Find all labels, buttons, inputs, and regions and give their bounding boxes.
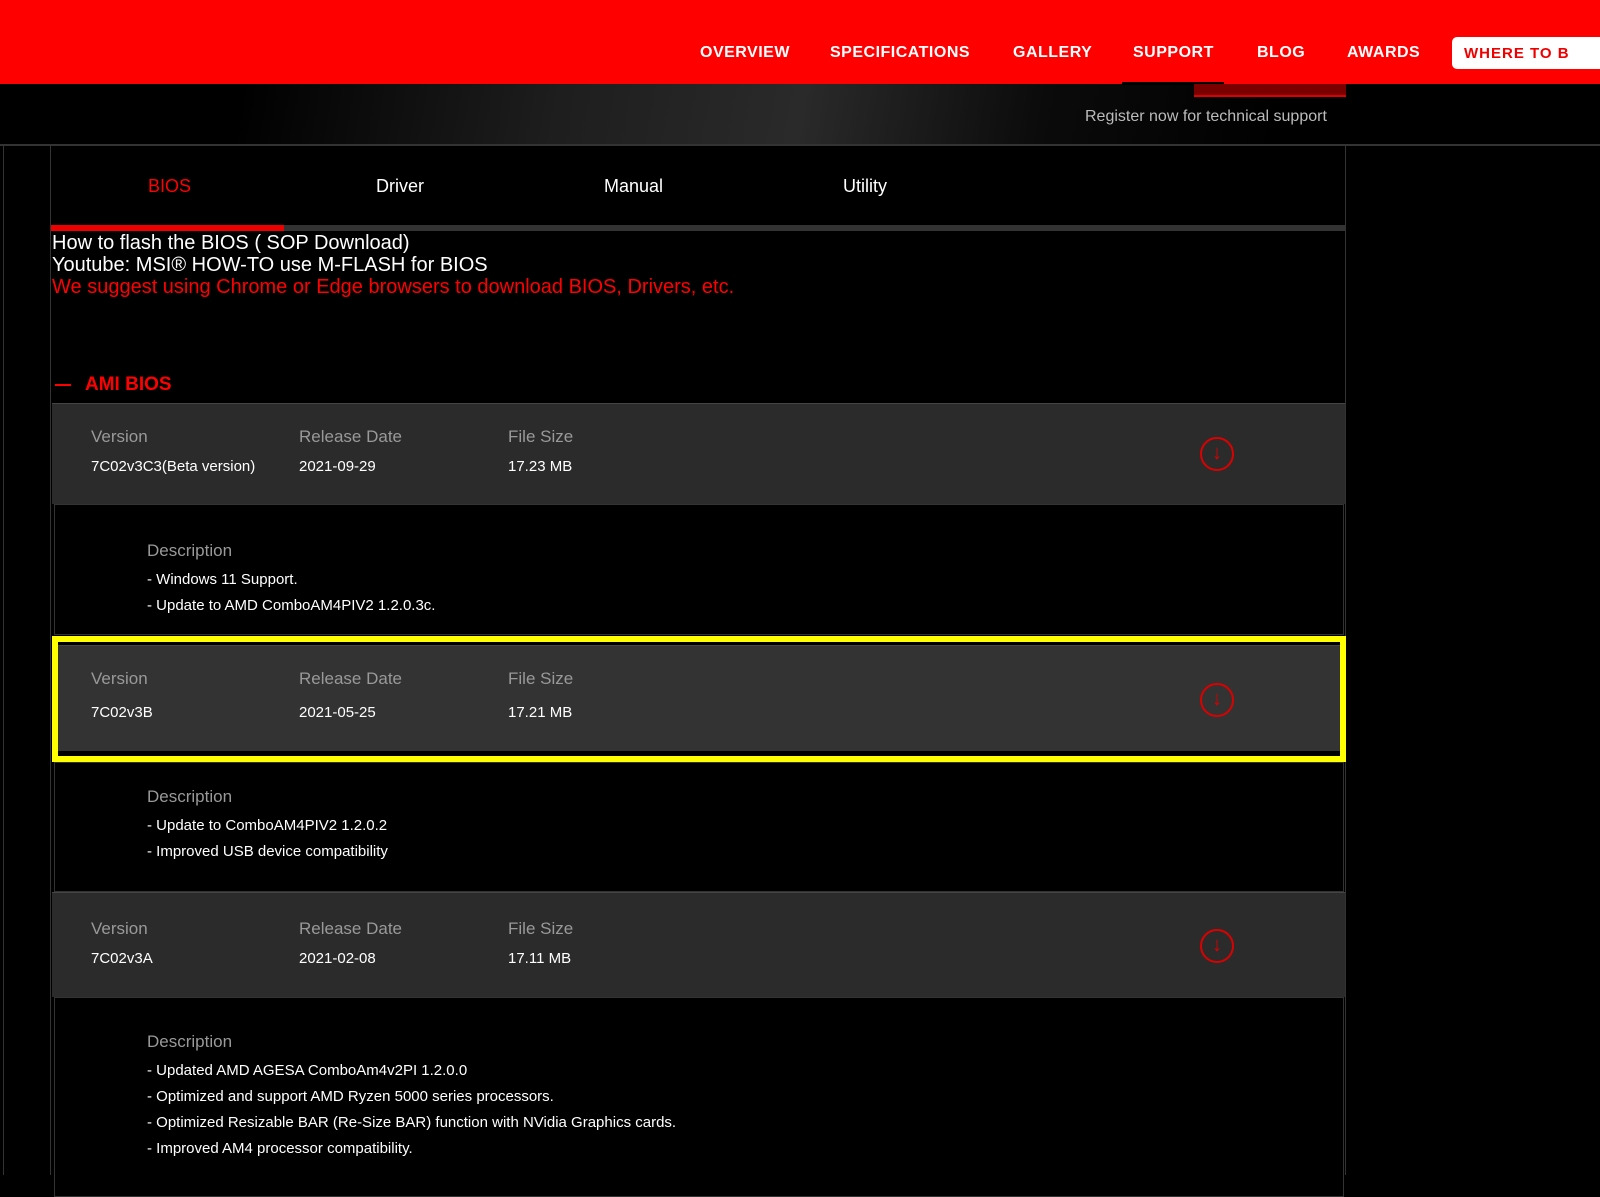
tab-bios[interactable]: BIOS [148,176,191,197]
section-title: AMI BIOS [85,374,172,395]
bios-description: Description - Windows 11 Support. - Upda… [54,504,1344,635]
version-label: Version [91,919,148,938]
nav-overview[interactable]: OVERVIEW [700,44,790,62]
description-label: Description [147,1032,233,1051]
bios-row: Version Release Date File Size 7C02v3A 2… [52,892,1345,997]
version-value: 7C02v3A [91,950,153,967]
tab-indicator-bar [51,225,1345,231]
where-to-buy-button[interactable]: WHERE TO B [1452,37,1600,69]
version-value: 7C02v3C3(Beta version) [91,458,256,475]
nav-specifications[interactable]: SPECIFICATIONS [830,44,970,62]
description-line: - Update to ComboAM4PIV2 1.2.0.2 [147,817,388,834]
divider [50,145,51,1175]
description-line: - Update to AMD ComboAM4PIV2 1.2.0.3c. [147,597,436,614]
size-value: 17.23 MB [508,458,573,475]
download-icon[interactable]: ↓ [1200,929,1234,963]
description-line: - Optimized and support AMD Ryzen 5000 s… [147,1088,554,1105]
bios-description: Description - Update to ComboAM4PIV2 1.2… [54,762,1344,892]
description-line: - Improved USB device compatibility [147,843,388,860]
size-value: 17.11 MB [508,950,572,967]
register-link[interactable]: Register now for technical support [1085,108,1327,126]
nav-blog[interactable]: BLOG [1257,44,1305,62]
section-toggle-ami-bios[interactable]: AMI BIOS [55,374,172,396]
date-label: Release Date [299,427,403,446]
nav-awards[interactable]: AWARDS [1347,44,1420,62]
divider [3,145,4,1175]
description-line: - Improved AM4 processor compatibility. [147,1140,413,1157]
tab-manual[interactable]: Manual [604,176,663,197]
description-label: Description [147,541,233,560]
description-line: - Optimized Resizable BAR (Re-Size BAR) … [147,1114,677,1131]
browser-warning: We suggest using Chrome or Edge browsers… [52,276,735,298]
nav-gallery[interactable]: GALLERY [1013,44,1092,62]
bios-description: Description - Updated AMD AGESA ComboAm4… [54,997,1344,1197]
nav-support[interactable]: SUPPORT [1133,44,1214,62]
hero-banner [0,84,1600,144]
top-nav-bar: OVERVIEW SPECIFICATIONS GALLERY SUPPORT … [0,0,1600,84]
divider [0,144,1600,146]
download-icon[interactable]: ↓ [1200,437,1234,471]
size-label: File Size [508,919,574,938]
bios-row: Version Release Date File Size 7C02v3C3(… [52,403,1345,504]
youtube-link[interactable]: Youtube: MSI® HOW-TO use M-FLASH for BIO… [52,254,488,276]
version-label: Version [91,427,148,446]
date-value: 2021-02-08 [299,950,376,967]
description-label: Description [147,787,233,806]
collapse-icon [55,383,71,386]
tab-driver[interactable]: Driver [376,176,424,197]
date-label: Release Date [299,919,403,938]
active-tab-indicator [51,225,284,231]
tab-utility[interactable]: Utility [843,176,887,197]
description-line: - Windows 11 Support. [147,571,298,588]
flash-bios-link[interactable]: How to flash the BIOS ( SOP Download) [52,232,410,254]
register-button[interactable] [1194,84,1346,97]
description-line: - Updated AMD AGESA ComboAm4v2PI 1.2.0.0 [147,1062,468,1079]
size-label: File Size [508,427,574,446]
highlight-box [52,636,1346,762]
date-value: 2021-09-29 [299,458,376,475]
